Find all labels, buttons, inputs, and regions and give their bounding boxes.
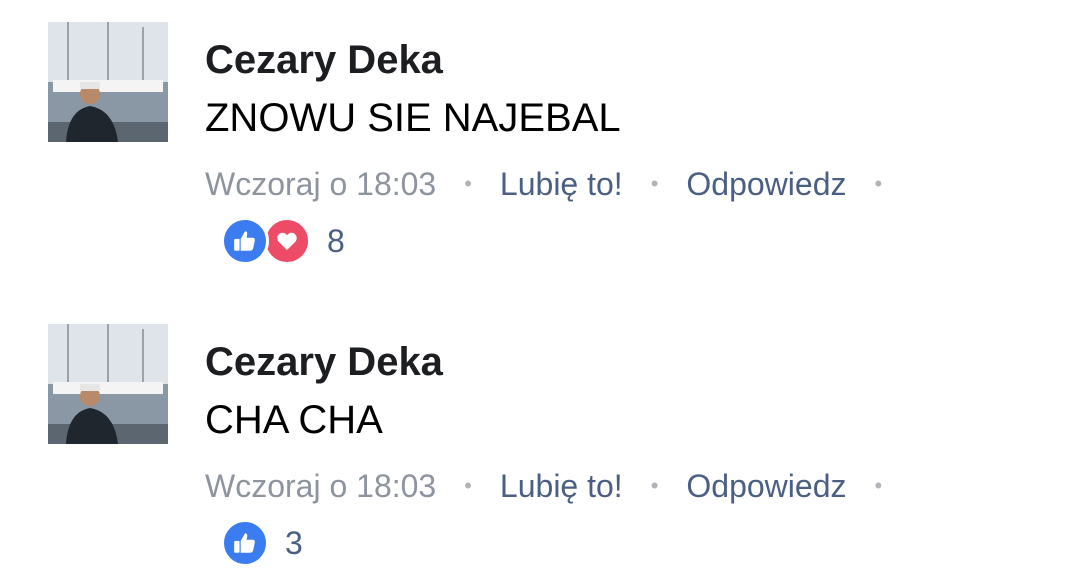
timestamp[interactable]: Wczoraj o 18:03: [205, 162, 436, 206]
reaction-count: 3: [285, 525, 303, 561]
comment-meta: Wczoraj o 18:03 • Lubię to! • Odpowiedz …: [205, 464, 910, 508]
comment: Cezary Deka CHA CHA Wczoraj o 18:03 • Lu…: [0, 302, 1080, 572]
author-name[interactable]: Cezary Deka: [205, 338, 443, 386]
reply-button[interactable]: Odpowiedz: [686, 464, 846, 508]
comment: Cezary Deka ZNOWU SIE NAJEBAL Wczoraj o …: [0, 0, 1080, 270]
timestamp[interactable]: Wczoraj o 18:03: [205, 464, 436, 508]
like-button[interactable]: Lubię to!: [500, 162, 623, 206]
avatar[interactable]: [48, 22, 168, 142]
reactions-summary[interactable]: 3: [221, 518, 303, 568]
reaction-count: 8: [327, 223, 345, 259]
separator-dot: •: [650, 171, 659, 196]
comment-meta: Wczoraj o 18:03 • Lubię to! • Odpowiedz …: [205, 162, 910, 206]
reply-button[interactable]: Odpowiedz: [686, 162, 846, 206]
separator-dot: •: [650, 473, 659, 498]
separator-dot: •: [464, 171, 472, 196]
author-name[interactable]: Cezary Deka: [205, 36, 443, 84]
avatar[interactable]: [48, 324, 168, 444]
separator-dot: •: [464, 473, 472, 498]
separator-dot: •: [874, 171, 883, 196]
like-button[interactable]: Lubię to!: [500, 464, 623, 508]
like-icon: [221, 217, 269, 265]
like-icon: [221, 519, 269, 567]
heart-icon: [263, 217, 311, 265]
comment-text: CHA CHA: [205, 398, 383, 442]
separator-dot: •: [874, 473, 883, 498]
comment-text: ZNOWU SIE NAJEBAL: [205, 96, 621, 140]
reactions-summary[interactable]: 8: [221, 216, 345, 266]
